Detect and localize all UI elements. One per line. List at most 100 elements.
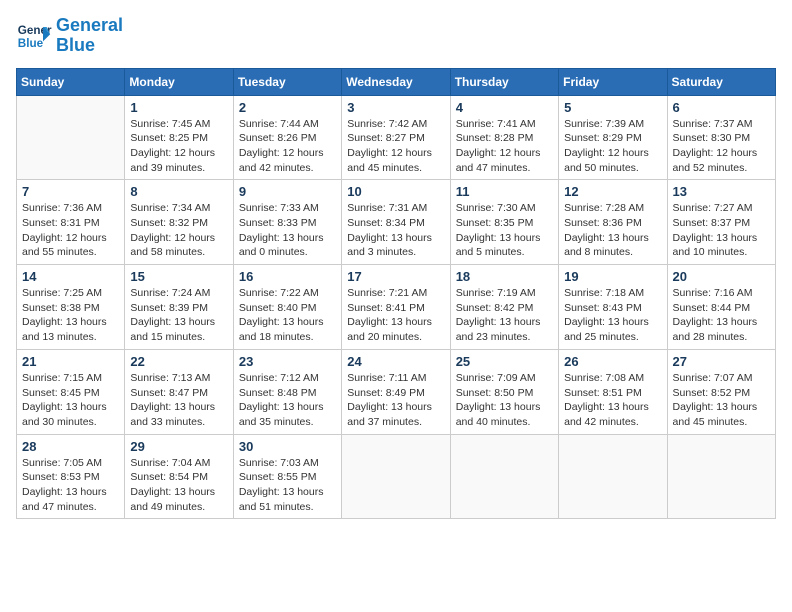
- day-number: 14: [22, 269, 119, 284]
- calendar-cell: [667, 434, 775, 519]
- calendar-cell: 7 Sunrise: 7:36 AM Sunset: 8:31 PM Daylig…: [17, 180, 125, 265]
- calendar-header-wednesday: Wednesday: [342, 68, 450, 95]
- day-number: 5: [564, 100, 661, 115]
- svg-text:Blue: Blue: [18, 37, 44, 50]
- day-info: Sunrise: 7:36 AM Sunset: 8:31 PM Dayligh…: [22, 201, 119, 260]
- calendar-cell: 14 Sunrise: 7:25 AM Sunset: 8:38 PM Dayli…: [17, 265, 125, 350]
- day-info: Sunrise: 7:15 AM Sunset: 8:45 PM Dayligh…: [22, 371, 119, 430]
- day-number: 19: [564, 269, 661, 284]
- calendar-table: SundayMondayTuesdayWednesdayThursdayFrid…: [16, 68, 776, 520]
- day-number: 8: [130, 184, 227, 199]
- day-number: 28: [22, 439, 119, 454]
- day-info: Sunrise: 7:13 AM Sunset: 8:47 PM Dayligh…: [130, 371, 227, 430]
- day-number: 9: [239, 184, 336, 199]
- day-number: 12: [564, 184, 661, 199]
- logo-icon: General Blue: [16, 18, 52, 54]
- day-info: Sunrise: 7:33 AM Sunset: 8:33 PM Dayligh…: [239, 201, 336, 260]
- page-header: General Blue GeneralBlue: [16, 16, 776, 56]
- calendar-cell: 1Sunrise: 7:45 AM Sunset: 8:25 PM Daylig…: [125, 95, 233, 180]
- day-info: Sunrise: 7:31 AM Sunset: 8:34 PM Dayligh…: [347, 201, 444, 260]
- calendar-week-row: 21 Sunrise: 7:15 AM Sunset: 8:45 PM Dayli…: [17, 349, 776, 434]
- day-number: 11: [456, 184, 553, 199]
- calendar-week-row: 28 Sunrise: 7:05 AM Sunset: 8:53 PM Dayli…: [17, 434, 776, 519]
- day-number: 21: [22, 354, 119, 369]
- day-info: Sunrise: 7:22 AM Sunset: 8:40 PM Dayligh…: [239, 286, 336, 345]
- day-number: 24: [347, 354, 444, 369]
- day-number: 29: [130, 439, 227, 454]
- calendar-cell: 11 Sunrise: 7:30 AM Sunset: 8:35 PM Dayli…: [450, 180, 558, 265]
- day-info: Sunrise: 7:41 AM Sunset: 8:28 PM Dayligh…: [456, 117, 553, 176]
- calendar-header-sunday: Sunday: [17, 68, 125, 95]
- calendar-cell: 29 Sunrise: 7:04 AM Sunset: 8:54 PM Dayli…: [125, 434, 233, 519]
- day-number: 18: [456, 269, 553, 284]
- day-info: Sunrise: 7:24 AM Sunset: 8:39 PM Dayligh…: [130, 286, 227, 345]
- logo: General Blue GeneralBlue: [16, 16, 123, 56]
- day-number: 23: [239, 354, 336, 369]
- calendar-cell: [17, 95, 125, 180]
- calendar-header-tuesday: Tuesday: [233, 68, 341, 95]
- calendar-cell: [342, 434, 450, 519]
- calendar-cell: 13Sunrise: 7:27 AM Sunset: 8:37 PM Dayli…: [667, 180, 775, 265]
- day-info: Sunrise: 7:11 AM Sunset: 8:49 PM Dayligh…: [347, 371, 444, 430]
- calendar-header-thursday: Thursday: [450, 68, 558, 95]
- calendar-cell: 9 Sunrise: 7:33 AM Sunset: 8:33 PM Daylig…: [233, 180, 341, 265]
- day-number: 22: [130, 354, 227, 369]
- day-info: Sunrise: 7:25 AM Sunset: 8:38 PM Dayligh…: [22, 286, 119, 345]
- calendar-cell: 12 Sunrise: 7:28 AM Sunset: 8:36 PM Dayli…: [559, 180, 667, 265]
- calendar-cell: 24 Sunrise: 7:11 AM Sunset: 8:49 PM Dayli…: [342, 349, 450, 434]
- day-number: 7: [22, 184, 119, 199]
- day-info: Sunrise: 7:12 AM Sunset: 8:48 PM Dayligh…: [239, 371, 336, 430]
- calendar-cell: 21 Sunrise: 7:15 AM Sunset: 8:45 PM Dayli…: [17, 349, 125, 434]
- day-info: Sunrise: 7:16 AM Sunset: 8:44 PM Dayligh…: [673, 286, 770, 345]
- day-info: Sunrise: 7:19 AM Sunset: 8:42 PM Dayligh…: [456, 286, 553, 345]
- day-info: Sunrise: 7:27 AM Sunset: 8:37 PM Dayligh…: [673, 201, 770, 260]
- calendar-cell: 3 Sunrise: 7:42 AM Sunset: 8:27 PM Daylig…: [342, 95, 450, 180]
- calendar-cell: 5 Sunrise: 7:39 AM Sunset: 8:29 PM Daylig…: [559, 95, 667, 180]
- calendar-cell: 6 Sunrise: 7:37 AM Sunset: 8:30 PM Daylig…: [667, 95, 775, 180]
- calendar-cell: 10 Sunrise: 7:31 AM Sunset: 8:34 PM Dayli…: [342, 180, 450, 265]
- day-number: 4: [456, 100, 553, 115]
- calendar-header-saturday: Saturday: [667, 68, 775, 95]
- day-info: Sunrise: 7:18 AM Sunset: 8:43 PM Dayligh…: [564, 286, 661, 345]
- day-info: Sunrise: 7:28 AM Sunset: 8:36 PM Dayligh…: [564, 201, 661, 260]
- day-info: Sunrise: 7:44 AM Sunset: 8:26 PM Dayligh…: [239, 117, 336, 176]
- day-number: 27: [673, 354, 770, 369]
- day-info: Sunrise: 7:05 AM Sunset: 8:53 PM Dayligh…: [22, 456, 119, 515]
- calendar-cell: 23 Sunrise: 7:12 AM Sunset: 8:48 PM Dayli…: [233, 349, 341, 434]
- day-info: Sunrise: 7:03 AM Sunset: 8:55 PM Dayligh…: [239, 456, 336, 515]
- calendar-cell: 28 Sunrise: 7:05 AM Sunset: 8:53 PM Dayli…: [17, 434, 125, 519]
- calendar-cell: 15 Sunrise: 7:24 AM Sunset: 8:39 PM Dayli…: [125, 265, 233, 350]
- calendar-cell: 8 Sunrise: 7:34 AM Sunset: 8:32 PM Daylig…: [125, 180, 233, 265]
- day-info: Sunrise: 7:37 AM Sunset: 8:30 PM Dayligh…: [673, 117, 770, 176]
- day-info: Sunrise: 7:04 AM Sunset: 8:54 PM Dayligh…: [130, 456, 227, 515]
- day-info: Sunrise: 7:07 AM Sunset: 8:52 PM Dayligh…: [673, 371, 770, 430]
- day-info: Sunrise: 7:42 AM Sunset: 8:27 PM Dayligh…: [347, 117, 444, 176]
- day-info: Sunrise: 7:34 AM Sunset: 8:32 PM Dayligh…: [130, 201, 227, 260]
- calendar-cell: 30Sunrise: 7:03 AM Sunset: 8:55 PM Dayli…: [233, 434, 341, 519]
- day-info: Sunrise: 7:30 AM Sunset: 8:35 PM Dayligh…: [456, 201, 553, 260]
- calendar-cell: 22 Sunrise: 7:13 AM Sunset: 8:47 PM Dayli…: [125, 349, 233, 434]
- calendar-cell: 17 Sunrise: 7:21 AM Sunset: 8:41 PM Dayli…: [342, 265, 450, 350]
- day-number: 26: [564, 354, 661, 369]
- day-number: 2: [239, 100, 336, 115]
- day-info: Sunrise: 7:45 AM Sunset: 8:25 PM Dayligh…: [130, 117, 227, 176]
- day-info: Sunrise: 7:39 AM Sunset: 8:29 PM Dayligh…: [564, 117, 661, 176]
- calendar-cell: [559, 434, 667, 519]
- calendar-week-row: 7 Sunrise: 7:36 AM Sunset: 8:31 PM Daylig…: [17, 180, 776, 265]
- calendar-cell: 20Sunrise: 7:16 AM Sunset: 8:44 PM Dayli…: [667, 265, 775, 350]
- day-number: 15: [130, 269, 227, 284]
- logo-text: GeneralBlue: [56, 16, 123, 56]
- day-number: 17: [347, 269, 444, 284]
- day-number: 16: [239, 269, 336, 284]
- calendar-cell: 25Sunrise: 7:09 AM Sunset: 8:50 PM Dayli…: [450, 349, 558, 434]
- day-number: 3: [347, 100, 444, 115]
- calendar-week-row: 14 Sunrise: 7:25 AM Sunset: 8:38 PM Dayli…: [17, 265, 776, 350]
- day-number: 10: [347, 184, 444, 199]
- calendar-week-row: 1Sunrise: 7:45 AM Sunset: 8:25 PM Daylig…: [17, 95, 776, 180]
- day-info: Sunrise: 7:21 AM Sunset: 8:41 PM Dayligh…: [347, 286, 444, 345]
- day-number: 6: [673, 100, 770, 115]
- calendar-header-monday: Monday: [125, 68, 233, 95]
- calendar-header-friday: Friday: [559, 68, 667, 95]
- day-info: Sunrise: 7:09 AM Sunset: 8:50 PM Dayligh…: [456, 371, 553, 430]
- calendar-cell: [450, 434, 558, 519]
